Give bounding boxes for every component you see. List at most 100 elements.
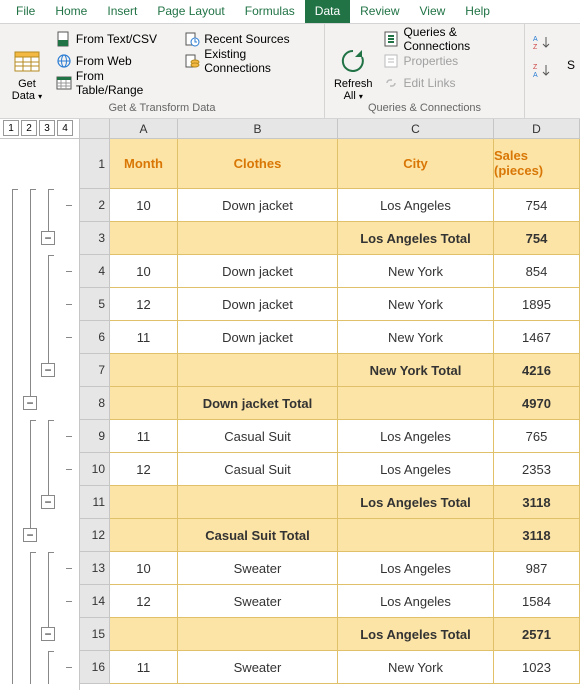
cell[interactable] [110,354,178,387]
column-header[interactable]: C [338,119,494,138]
tab-review[interactable]: Review [350,0,409,23]
row-header[interactable]: 16 [80,651,110,684]
cell[interactable]: Los Angeles [338,453,494,486]
select-all-corner[interactable] [80,119,110,138]
cell[interactable]: Los Angeles [338,585,494,618]
cell[interactable]: 987 [494,552,580,585]
cell[interactable]: 4970 [494,387,580,420]
cell[interactable]: Sweater [178,552,338,585]
cell[interactable] [110,387,178,420]
cell[interactable]: 1023 [494,651,580,684]
cell[interactable]: Clothes [178,139,338,189]
cell[interactable]: New York [338,651,494,684]
row-header[interactable]: 15 [80,618,110,651]
tab-view[interactable]: View [410,0,456,23]
cell[interactable] [178,354,338,387]
cell[interactable]: Casual Suit [178,420,338,453]
outline-collapse-button[interactable]: − [41,495,55,509]
from-table-range-button[interactable]: From Table/Range [54,72,176,94]
cell[interactable] [110,222,178,255]
cell[interactable]: 1895 [494,288,580,321]
cell[interactable]: Los Angeles [338,420,494,453]
cell[interactable]: 11 [110,321,178,354]
cell[interactable]: 10 [110,189,178,222]
cell[interactable]: Down jacket [178,189,338,222]
cell[interactable]: 765 [494,420,580,453]
cell[interactable]: 4216 [494,354,580,387]
sort-za-button[interactable]: ZA [531,60,555,82]
from-text-csv-button[interactable]: From Text/CSV [54,28,176,50]
row-header[interactable]: 3 [80,222,110,255]
row-header[interactable]: 11 [80,486,110,519]
row-header[interactable]: 12 [80,519,110,552]
cell[interactable]: Los Angeles [338,189,494,222]
cell[interactable]: Los Angeles Total [338,486,494,519]
cell[interactable]: 12 [110,453,178,486]
cell[interactable] [110,618,178,651]
cell[interactable] [110,486,178,519]
cell[interactable] [178,486,338,519]
refresh-all-button[interactable]: Refresh All ▾ [331,28,375,102]
cell[interactable]: Down jacket [178,255,338,288]
row-header[interactable]: 1 [80,139,110,189]
sort-az-button[interactable]: AZ [531,32,555,54]
outline-collapse-button[interactable]: − [23,396,37,410]
existing-connections-button[interactable]: Existing Connections [182,50,318,72]
cell[interactable]: New York [338,255,494,288]
column-header[interactable]: A [110,119,178,138]
cell[interactable]: 12 [110,585,178,618]
row-header[interactable]: 7 [80,354,110,387]
cell[interactable]: 10 [110,255,178,288]
cell[interactable]: 854 [494,255,580,288]
cell[interactable]: 3118 [494,519,580,552]
cell[interactable]: Los Angeles Total [338,618,494,651]
cell[interactable] [338,519,494,552]
outline-collapse-button[interactable]: − [41,231,55,245]
outline-level-button[interactable]: 2 [21,120,37,136]
row-header[interactable]: 9 [80,420,110,453]
outline-collapse-button[interactable]: − [23,528,37,542]
row-header[interactable]: 5 [80,288,110,321]
cell[interactable]: 3118 [494,486,580,519]
tab-home[interactable]: Home [45,0,97,23]
outline-level-button[interactable]: 1 [3,120,19,136]
cell[interactable]: City [338,139,494,189]
row-header[interactable]: 6 [80,321,110,354]
cell[interactable]: Month [110,139,178,189]
get-data-button[interactable]: Get Data ▾ [6,28,48,102]
tab-formulas[interactable]: Formulas [235,0,305,23]
tab-help[interactable]: Help [455,0,500,23]
row-header[interactable]: 4 [80,255,110,288]
row-header[interactable]: 2 [80,189,110,222]
cell[interactable]: Los Angeles [338,552,494,585]
tab-page-layout[interactable]: Page Layout [147,0,234,23]
queries-connections-button[interactable]: Queries & Connections [381,28,518,50]
cell[interactable]: New York [338,321,494,354]
cell[interactable]: New York Total [338,354,494,387]
cell[interactable]: New York [338,288,494,321]
cell[interactable]: Down jacket Total [178,387,338,420]
cell[interactable]: Sweater [178,651,338,684]
outline-collapse-button[interactable]: − [41,363,55,377]
tab-file[interactable]: File [6,0,45,23]
cell[interactable]: 12 [110,288,178,321]
cell[interactable]: Casual Suit Total [178,519,338,552]
cell[interactable] [338,387,494,420]
column-header[interactable]: B [178,119,338,138]
row-header[interactable]: 8 [80,387,110,420]
cell[interactable] [178,618,338,651]
column-header[interactable]: D [494,119,580,138]
cell[interactable]: 754 [494,189,580,222]
cell[interactable]: 2571 [494,618,580,651]
cell[interactable]: 754 [494,222,580,255]
cell[interactable]: Los Angeles Total [338,222,494,255]
cell[interactable]: 1467 [494,321,580,354]
cell[interactable]: 11 [110,651,178,684]
outline-collapse-button[interactable]: − [41,627,55,641]
outline-level-button[interactable]: 3 [39,120,55,136]
cell[interactable]: 2353 [494,453,580,486]
cell[interactable] [110,519,178,552]
row-header[interactable]: 13 [80,552,110,585]
cell[interactable]: Casual Suit [178,453,338,486]
cell[interactable]: Sweater [178,585,338,618]
